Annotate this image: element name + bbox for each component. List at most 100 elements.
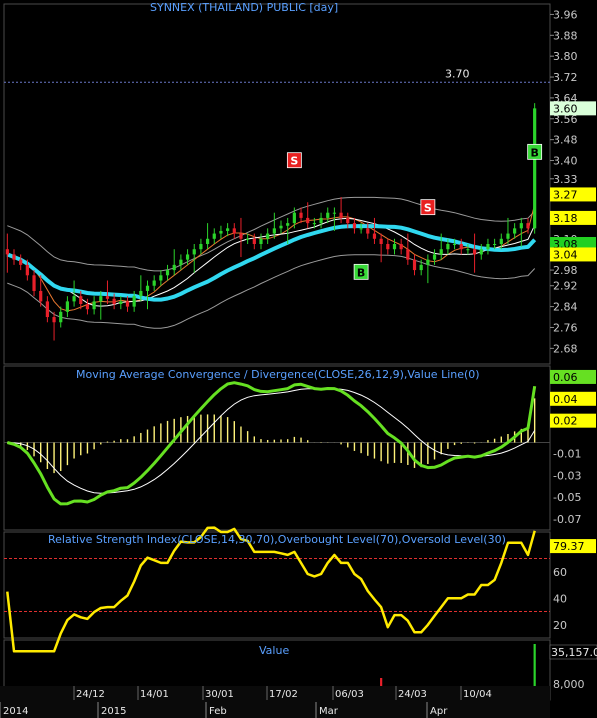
macd-value-tag-label: 0.06 bbox=[553, 371, 578, 384]
date-tick-label: 30/01 bbox=[205, 689, 234, 700]
rsi-y-tick-label: 40 bbox=[553, 592, 567, 605]
candle-body bbox=[266, 233, 270, 239]
price-y-tick-label: 2.68 bbox=[553, 342, 578, 355]
macd-signal-line bbox=[7, 388, 536, 494]
candle-body bbox=[459, 244, 463, 250]
price-y-tick-label: 3.33 bbox=[553, 173, 578, 186]
candle-body bbox=[326, 212, 330, 218]
candle-body bbox=[426, 259, 430, 265]
candle-body bbox=[279, 225, 283, 229]
rsi-y-tick-label: 20 bbox=[553, 619, 567, 632]
candle-body bbox=[105, 296, 110, 299]
macd-y-tick-label: -0.07 bbox=[553, 513, 581, 526]
candle-body bbox=[479, 249, 483, 255]
candle-body bbox=[125, 301, 130, 307]
candle-body bbox=[85, 304, 90, 310]
candle-body bbox=[246, 238, 250, 240]
macd-value-tag-label: 0.02 bbox=[553, 415, 578, 428]
candle-body bbox=[319, 217, 323, 224]
candle-body bbox=[145, 285, 150, 291]
price-y-tick-label: 3.40 bbox=[553, 155, 578, 168]
month-tick-label: Mar bbox=[319, 706, 339, 717]
signal-label: B bbox=[357, 266, 365, 279]
price-value-tag-label: 3.60 bbox=[553, 102, 578, 115]
candle-body bbox=[5, 249, 9, 255]
candle-body bbox=[513, 228, 517, 234]
panel-frame bbox=[3, 531, 551, 639]
price-y-tick-label: 2.84 bbox=[553, 301, 578, 314]
buy-signal-badge: B bbox=[353, 263, 369, 280]
candle-body bbox=[499, 238, 503, 244]
macd-y-tick-label: -0.03 bbox=[553, 469, 581, 482]
candle-body bbox=[446, 244, 450, 250]
candle-body bbox=[72, 296, 76, 302]
main-ma-line bbox=[6, 224, 537, 302]
candle-body bbox=[132, 296, 136, 307]
candle-body bbox=[212, 233, 216, 239]
candle-body bbox=[272, 228, 276, 234]
candle-body bbox=[205, 238, 210, 244]
candle-body bbox=[79, 296, 83, 304]
candle-body bbox=[45, 301, 49, 318]
candle-body bbox=[59, 311, 63, 323]
candle-body bbox=[139, 290, 143, 297]
candle-body bbox=[392, 244, 397, 250]
candle-body bbox=[366, 228, 370, 234]
candle-body bbox=[226, 228, 230, 231]
price-y-tick-label: 3.96 bbox=[553, 8, 578, 21]
signal-label: S bbox=[290, 155, 298, 168]
price-y-tick-label: 3.88 bbox=[553, 29, 578, 42]
candle-body bbox=[506, 233, 510, 239]
candle-body bbox=[432, 254, 437, 260]
chart-stage: 3.963.883.803.723.643.563.483.403.333.27… bbox=[0, 0, 597, 718]
price-y-tick-label: 3.48 bbox=[553, 134, 578, 147]
candle-body bbox=[99, 296, 103, 302]
candle-body bbox=[359, 228, 363, 230]
candle-body bbox=[65, 301, 70, 312]
candle-body bbox=[25, 264, 29, 276]
month-tick-label: Feb bbox=[209, 706, 227, 717]
candle-body bbox=[306, 217, 310, 224]
candle-body bbox=[299, 212, 303, 218]
price-value-tag-label: 3.18 bbox=[553, 212, 578, 225]
candle-body bbox=[39, 290, 43, 302]
candle-body bbox=[179, 259, 183, 265]
macd-panel-title: Moving Average Convergence / Divergence(… bbox=[76, 368, 480, 381]
candle-body bbox=[252, 238, 256, 244]
candle-body bbox=[466, 249, 470, 251]
rsi-value-tag-label: 79.37 bbox=[553, 540, 585, 553]
rsi-line bbox=[6, 526, 536, 653]
candle-body bbox=[533, 108, 537, 229]
month-tick-label: Apr bbox=[430, 706, 448, 717]
candle-body bbox=[419, 264, 423, 271]
candle-body bbox=[32, 275, 36, 291]
candle-body bbox=[379, 238, 383, 244]
candle-body bbox=[52, 317, 56, 323]
candle-body bbox=[172, 264, 176, 271]
candle-body bbox=[112, 298, 116, 304]
dotted-level-label: 3.70 bbox=[445, 67, 470, 80]
candle-body bbox=[286, 223, 290, 226]
candle-body bbox=[159, 275, 163, 281]
candle-body bbox=[486, 244, 490, 250]
sell-signal-badge: S bbox=[286, 152, 302, 169]
month-tick-label: 2014 bbox=[3, 706, 28, 717]
candle-body bbox=[19, 259, 23, 265]
value-tag-label: 35,157.00 bbox=[551, 646, 597, 659]
candle-body bbox=[185, 254, 190, 260]
price-y-tick-label: 2.98 bbox=[553, 264, 578, 277]
candle-body bbox=[519, 223, 523, 229]
candle-body bbox=[92, 301, 96, 310]
chart-canvas: 3.963.883.803.723.643.563.483.403.333.27… bbox=[0, 3, 597, 718]
candle-body bbox=[119, 301, 123, 304]
signal-label: B bbox=[530, 146, 538, 159]
panel-frame bbox=[3, 3, 551, 365]
buy-signal-badge: B bbox=[527, 143, 543, 160]
signal-label: S bbox=[424, 202, 432, 215]
candle-body bbox=[165, 270, 170, 276]
sell-signal-badge: S bbox=[420, 199, 436, 216]
date-tick-label: 14/01 bbox=[140, 689, 169, 700]
candle-body bbox=[192, 249, 196, 255]
price-panel-title: SYNNEX (THAILAND) PUBLIC [day] bbox=[150, 1, 339, 14]
candle-body bbox=[352, 223, 357, 229]
